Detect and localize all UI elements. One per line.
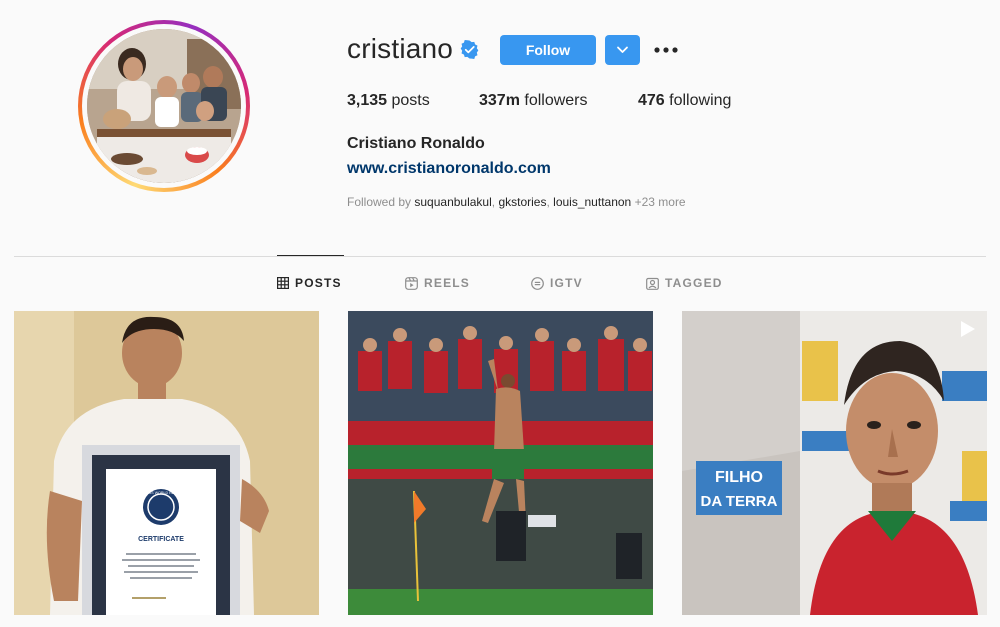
story-ring[interactable]: [78, 20, 250, 192]
posts-stat: 3,135 posts: [347, 92, 430, 110]
tab-posts-label: POSTS: [295, 276, 342, 290]
tab-tagged-label: TAGGED: [665, 276, 723, 290]
tab-tagged[interactable]: TAGGED: [646, 276, 723, 290]
tab-reels-label: REELS: [424, 276, 471, 290]
following-label: following: [669, 92, 732, 109]
followed-by-user[interactable]: suquanbulakul: [414, 195, 491, 209]
follow-button[interactable]: Follow: [500, 35, 596, 65]
followed-by-user[interactable]: gkstories: [498, 195, 546, 209]
igtv-icon: [531, 276, 544, 290]
tab-posts[interactable]: POSTS: [277, 276, 342, 290]
tab-reels[interactable]: REELS: [405, 276, 470, 290]
post-thumbnail[interactable]: [348, 311, 653, 615]
followed-by-user[interactable]: louis_nuttanon: [553, 195, 631, 209]
avatar[interactable]: [87, 29, 241, 183]
avatar-photo: [87, 29, 241, 183]
active-tab-indicator: [277, 255, 344, 256]
profile-website-link[interactable]: www.cristianoronaldo.com: [347, 160, 551, 178]
tab-igtv[interactable]: IGTV: [531, 276, 583, 290]
mural-text-line2: DA TERRA: [701, 493, 778, 510]
post-image: GUINNESS WORLD RECORDS CERTIFICATE: [14, 311, 319, 615]
followers-label: followers: [524, 92, 588, 109]
post-image: [348, 311, 653, 615]
reels-icon: [405, 276, 418, 290]
followers-count: 337m: [479, 92, 520, 109]
verified-badge-icon: [460, 40, 479, 59]
posts-count: 3,135: [347, 92, 388, 109]
more-options-icon[interactable]: [653, 40, 679, 60]
chevron-down-icon: [617, 46, 628, 53]
post-image: FILHO DA TERRA: [682, 311, 987, 615]
tagged-icon: [646, 277, 659, 290]
suggested-accounts-button[interactable]: [605, 35, 640, 65]
cert-label-text: CERTIFICATE: [138, 536, 184, 543]
profile-username: cristiano: [347, 33, 454, 64]
post-thumbnail[interactable]: GUINNESS WORLD RECORDS CERTIFICATE: [14, 311, 319, 615]
profile-full-name: Cristiano Ronaldo: [347, 135, 485, 152]
followed-by[interactable]: Followed by suquanbulakul, gkstories, lo…: [347, 195, 686, 209]
following-stat[interactable]: 476 following: [638, 92, 731, 110]
following-count: 476: [638, 92, 665, 109]
followers-stat[interactable]: 337m followers: [479, 92, 588, 110]
followed-by-more[interactable]: +23 more: [635, 195, 686, 209]
tab-igtv-label: IGTV: [550, 276, 583, 290]
post-thumbnail[interactable]: FILHO DA TERRA: [682, 311, 987, 615]
followed-by-prefix: Followed by: [347, 195, 412, 209]
tabs-divider: [14, 256, 986, 257]
cert-title-text: GUINNESS WORLD RECORDS: [135, 491, 188, 495]
grid-icon: [277, 277, 289, 289]
posts-label: posts: [391, 92, 430, 109]
mural-text-line1: FILHO: [715, 469, 763, 486]
